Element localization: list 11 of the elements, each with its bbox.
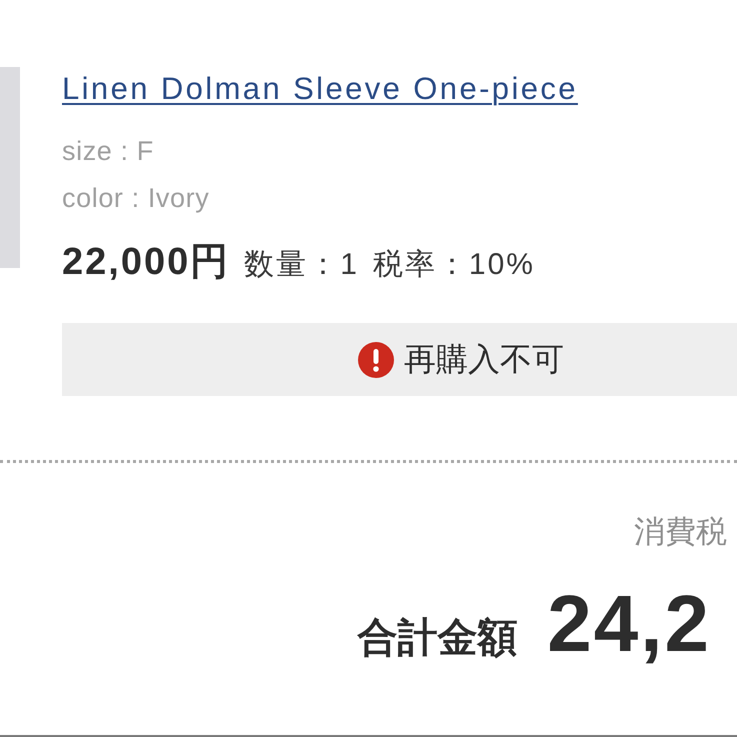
notice-text: 再購入不可 [404, 340, 564, 378]
tax-rate-text: 税率：10% [372, 247, 535, 283]
product-option: size : F [62, 128, 210, 175]
quantity-text: 数量：1 [244, 247, 359, 283]
total-amount: 24,2 [547, 579, 711, 669]
total-label: 合計金額 [357, 615, 518, 662]
alert-icon [358, 342, 394, 378]
product-title-link[interactable]: Linen Dolman Sleeve One-piece [62, 69, 578, 109]
product-price: 22,000円 [62, 240, 230, 285]
tax-label: 消費税 [634, 513, 727, 551]
product-option: color : Ivory [62, 175, 210, 222]
